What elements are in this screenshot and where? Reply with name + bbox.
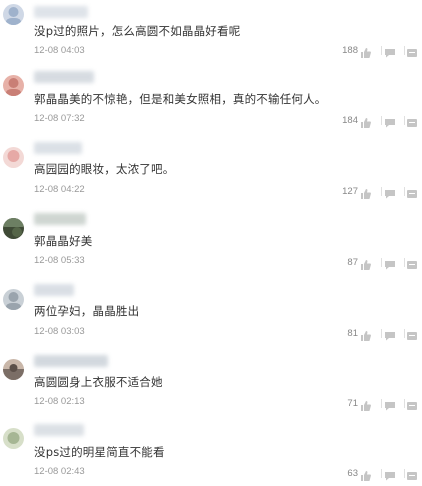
avatar[interactable] <box>3 218 24 239</box>
reply-icon[interactable] <box>384 467 396 481</box>
comment-actions: 71 <box>302 396 422 412</box>
more-icon[interactable] <box>406 327 418 340</box>
like-count: 63 <box>347 468 358 479</box>
username-obscured <box>34 6 88 18</box>
divider <box>404 116 405 125</box>
thumbs-up-icon[interactable] <box>360 256 372 270</box>
comment-text: 没ps过的明星简直不能看 <box>34 445 165 459</box>
reply-icon[interactable] <box>384 397 396 411</box>
username-obscured <box>34 213 86 225</box>
like-count: 188 <box>342 45 358 56</box>
more-icon[interactable] <box>406 185 418 198</box>
thumbs-up-icon[interactable] <box>360 327 372 341</box>
reply-icon[interactable] <box>384 327 396 341</box>
divider <box>404 329 405 338</box>
divider <box>381 329 382 338</box>
comment-actions: 127 <box>302 184 422 200</box>
comment-item: 郭晶晶好美 12-08 05:33 87 <box>0 213 422 284</box>
comment-time: 12-08 05:33 <box>34 255 85 266</box>
thumbs-up-icon[interactable] <box>360 185 372 199</box>
like-count: 81 <box>347 328 358 339</box>
comment-time: 12-08 03:03 <box>34 326 85 337</box>
comment-text: 没p过的照片，怎么高圆不如晶晶好看呢 <box>34 24 241 38</box>
divider <box>404 46 405 55</box>
more-icon[interactable] <box>406 397 418 410</box>
avatar[interactable] <box>3 359 24 380</box>
comment-actions: 87 <box>302 255 422 271</box>
username-obscured <box>34 71 94 83</box>
reply-icon[interactable] <box>384 185 396 199</box>
more-icon[interactable] <box>406 44 418 57</box>
comment-actions: 184 <box>302 113 422 129</box>
reply-icon[interactable] <box>384 256 396 270</box>
comment-item: 郭晶晶美的不惊艳，但是和美女照相，真的不输任何人。 12-08 07:32 18… <box>0 71 422 142</box>
comment-time: 12-08 04:03 <box>34 45 85 56</box>
like-count: 184 <box>342 115 358 126</box>
more-icon[interactable] <box>406 467 418 480</box>
comment-time: 12-08 02:43 <box>34 466 85 477</box>
avatar[interactable] <box>3 4 24 25</box>
reply-icon[interactable] <box>384 44 396 58</box>
like-count: 71 <box>347 398 358 409</box>
thumbs-up-icon[interactable] <box>360 114 372 128</box>
divider <box>381 116 382 125</box>
avatar[interactable] <box>3 428 24 449</box>
more-icon[interactable] <box>406 114 418 127</box>
avatar[interactable] <box>3 75 24 96</box>
username-obscured <box>34 284 74 296</box>
username-obscured <box>34 424 84 436</box>
divider <box>381 258 382 267</box>
divider <box>381 469 382 478</box>
comment-time: 12-08 04:22 <box>34 184 85 195</box>
divider <box>381 399 382 408</box>
divider <box>381 187 382 196</box>
avatar[interactable] <box>3 289 24 310</box>
comment-item: 高圆圆身上衣服不适合她 12-08 02:13 71 <box>0 355 422 426</box>
thumbs-up-icon[interactable] <box>360 467 372 481</box>
divider <box>404 258 405 267</box>
thumbs-up-icon[interactable] <box>360 397 372 411</box>
username-obscured <box>34 355 108 367</box>
divider <box>404 187 405 196</box>
comment-text: 郭晶晶好美 <box>34 234 93 248</box>
divider <box>381 46 382 55</box>
comment-actions: 81 <box>302 326 422 342</box>
reply-icon[interactable] <box>384 114 396 128</box>
comment-item: 高园园的眼妆，太浓了吧。 12-08 04:22 127 <box>0 142 422 213</box>
like-count: 127 <box>342 186 358 197</box>
comment-time: 12-08 02:13 <box>34 396 85 407</box>
like-count: 87 <box>347 257 358 268</box>
thumbs-up-icon[interactable] <box>360 44 372 58</box>
comment-item: 没ps过的明星简直不能看 12-08 02:43 63 <box>0 424 422 481</box>
avatar[interactable] <box>3 147 24 168</box>
comment-item: 两位孕妇，晶晶胜出 12-08 03:03 81 <box>0 284 422 355</box>
comment-item: 没p过的照片，怎么高圆不如晶晶好看呢 12-08 04:03 188 <box>0 0 422 71</box>
more-icon[interactable] <box>406 256 418 269</box>
divider <box>404 399 405 408</box>
comment-actions: 188 <box>302 43 422 59</box>
comment-text: 高圆圆身上衣服不适合她 <box>34 375 163 389</box>
comment-text: 高园园的眼妆，太浓了吧。 <box>34 162 175 176</box>
comment-time: 12-08 07:32 <box>34 113 85 124</box>
username-obscured <box>34 142 82 154</box>
comment-text: 郭晶晶美的不惊艳，但是和美女照相，真的不输任何人。 <box>34 92 327 106</box>
divider <box>404 469 405 478</box>
comment-text: 两位孕妇，晶晶胜出 <box>34 304 140 318</box>
